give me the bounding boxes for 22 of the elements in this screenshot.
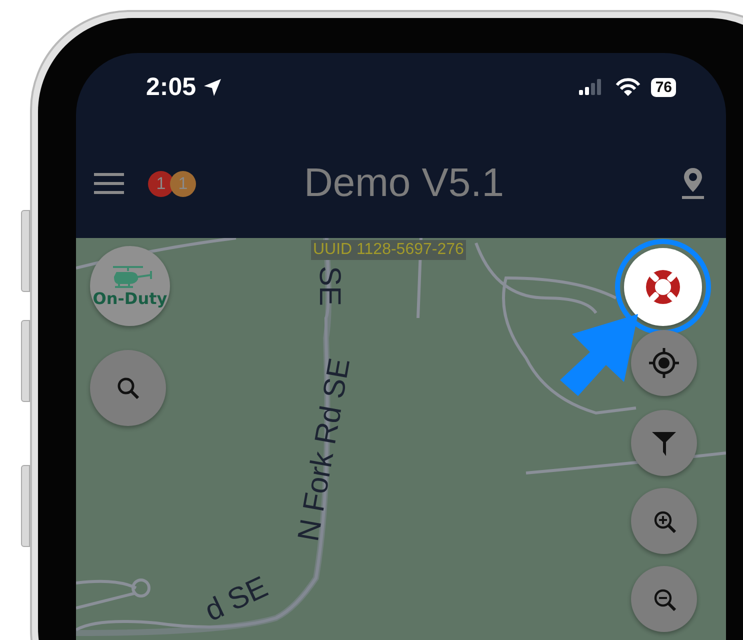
menu-icon [94, 173, 124, 194]
battery-level: 76 [651, 78, 676, 96]
road-name-label: N Fork Rd SE [292, 356, 358, 544]
count-badge: 1 [148, 170, 174, 196]
on-duty-label: On-Duty [92, 288, 168, 308]
uuid-label: UUID 1128-5697-276 [311, 240, 466, 260]
menu-button[interactable] [94, 173, 124, 194]
zoom-in-icon [652, 510, 676, 532]
wifi-icon [615, 78, 642, 96]
zoom-out-icon [652, 588, 676, 610]
app-title: Demo V5.1 [302, 161, 506, 206]
road-name-label: SE [312, 266, 346, 306]
search-icon [117, 377, 139, 399]
lifebuoy-icon [643, 267, 683, 307]
status-time: 2:05 [146, 72, 196, 102]
signal-icon [579, 79, 602, 95]
crosshair-icon [649, 348, 679, 378]
count-badge: 1 [170, 170, 196, 196]
filter-icon [651, 430, 677, 456]
road-name-label: d SE [200, 570, 274, 629]
location-arrow-icon [202, 76, 224, 98]
map-pin-icon[interactable] [682, 168, 704, 199]
